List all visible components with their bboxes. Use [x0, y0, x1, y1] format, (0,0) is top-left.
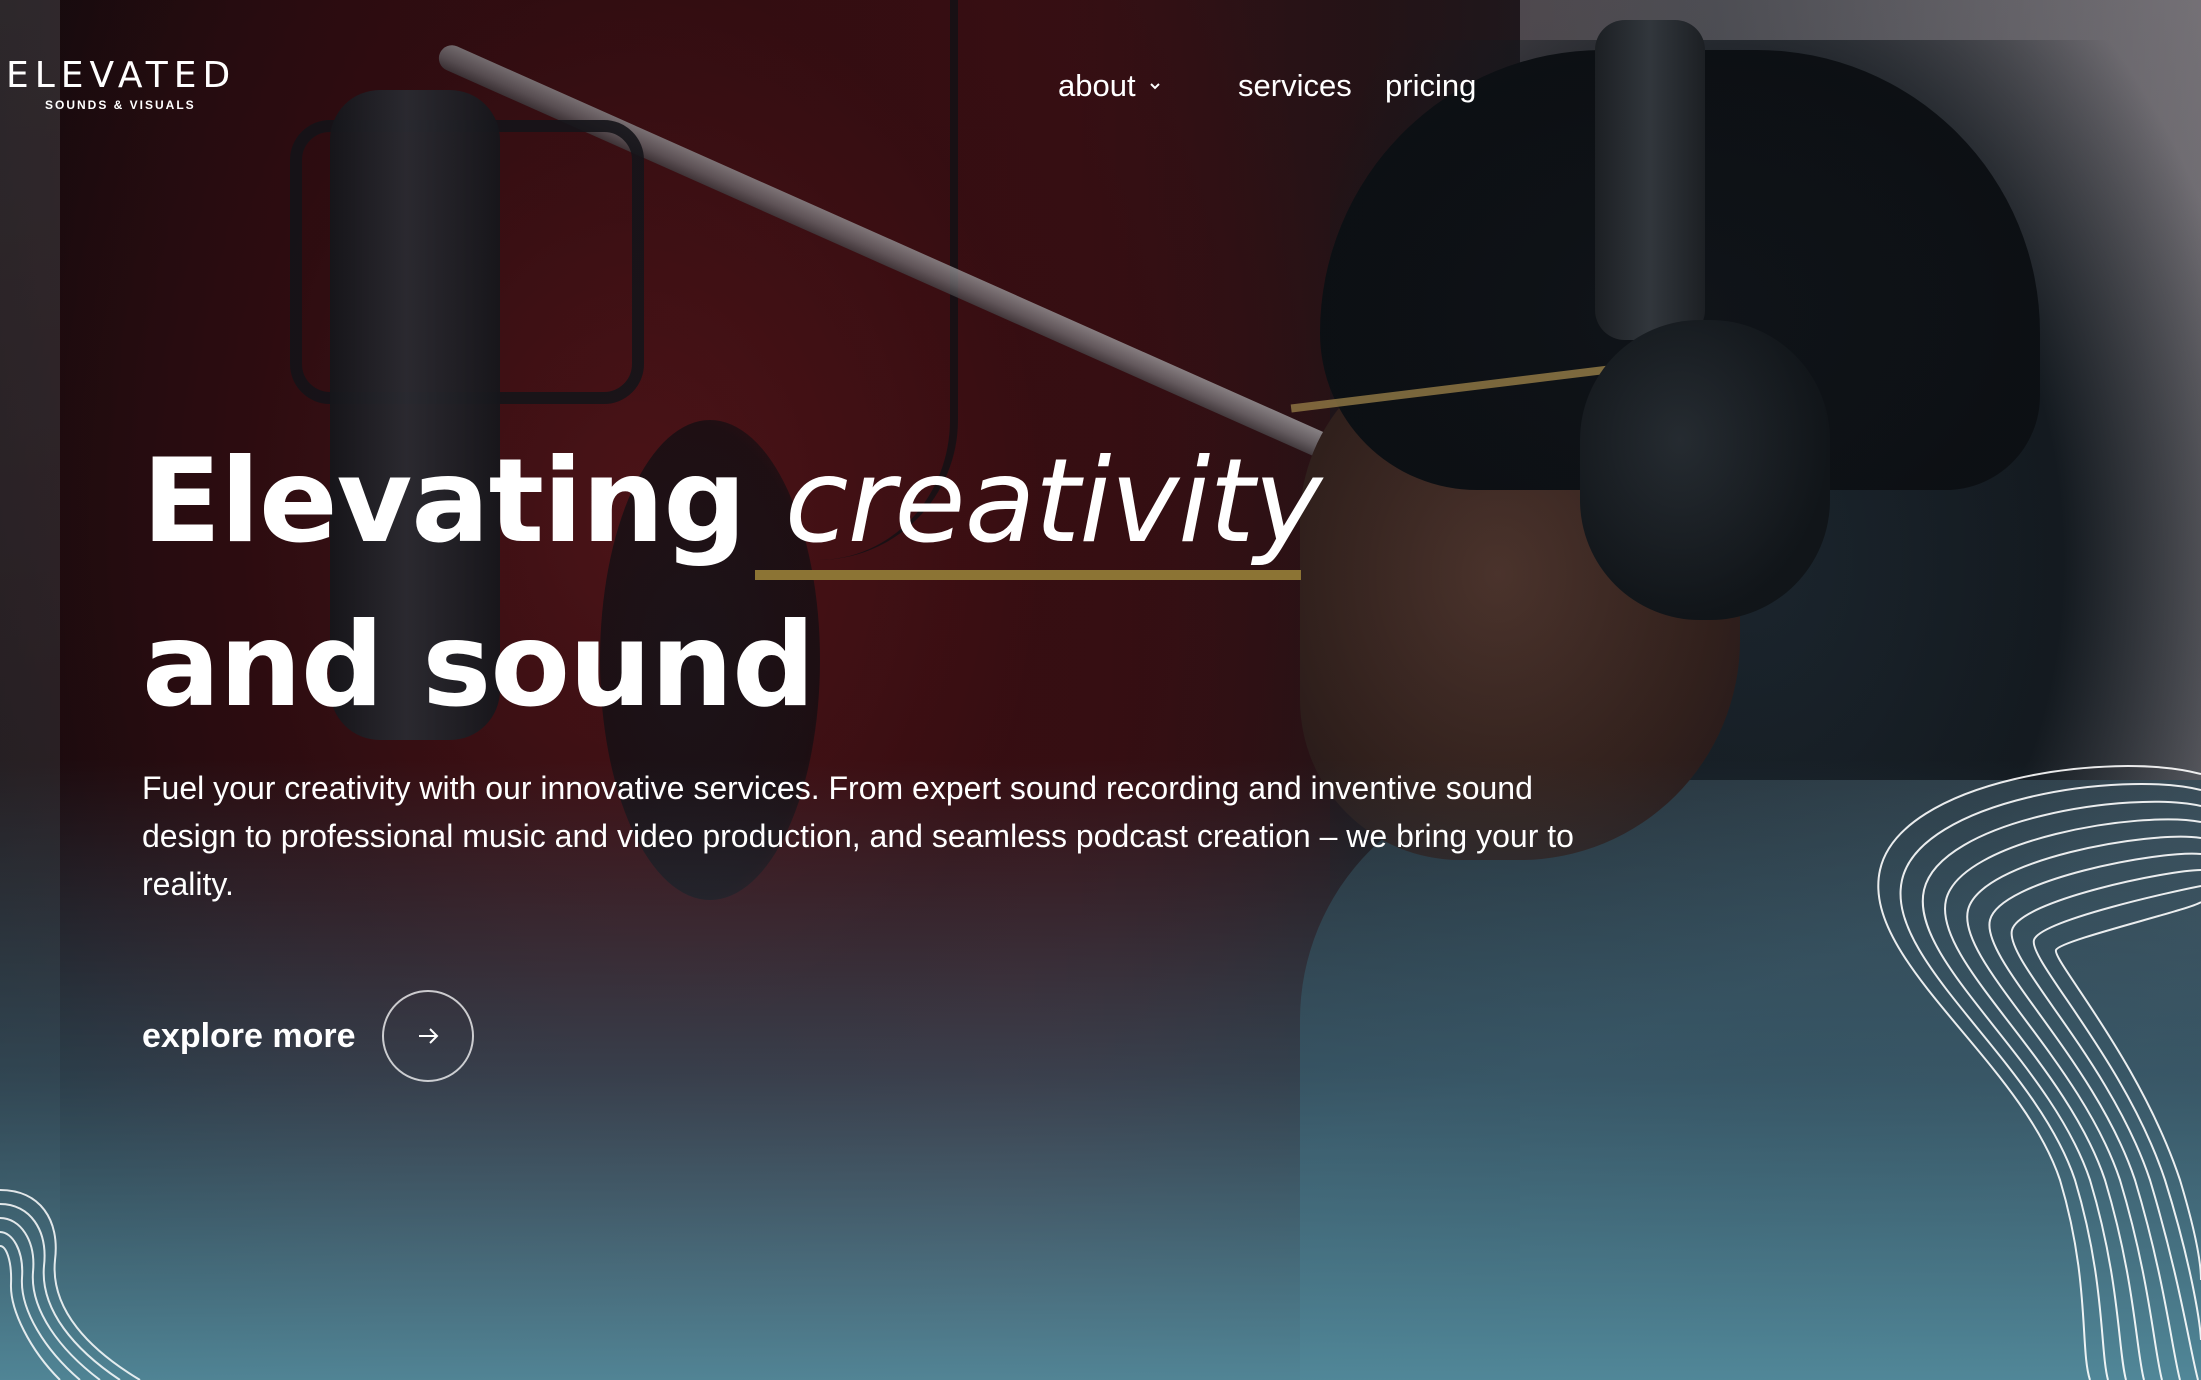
contour-lines-left-icon [0, 1189, 141, 1380]
nav-item-about[interactable]: about [1058, 68, 1244, 104]
arrow-right-icon [418, 1028, 438, 1044]
main-nav: about services pricing [1058, 68, 1476, 104]
explore-more-button[interactable]: explore more [142, 990, 474, 1082]
explore-more-circle[interactable] [381, 990, 474, 1082]
nav-item-pricing[interactable]: pricing [1385, 68, 1476, 104]
headline-line-two: and sound [142, 598, 815, 733]
headline-underline [755, 570, 1301, 580]
nav-item-pricing-label: pricing [1385, 68, 1477, 103]
hero-description: Fuel your creativity with our innovative… [142, 770, 1574, 902]
brand-name: ELEVATED [6, 55, 237, 96]
chevron-down-icon [1149, 83, 1160, 90]
contour-lines-icon [1877, 765, 2201, 1380]
hero-section: ELEVATED SOUNDS & VISUALS about services… [0, 0, 2201, 1380]
hero-headline: Elevating creativity and sound [142, 420, 1323, 748]
nav-item-about-label: about [1058, 68, 1136, 103]
brand-tagline: SOUNDS & VISUALS [45, 98, 196, 112]
headline-word-creativity: creativity [784, 434, 1323, 569]
brand-logo[interactable]: ELEVATED SOUNDS & VISUALS [6, 56, 236, 116]
headline-word-elevating: Elevating [142, 434, 746, 569]
nav-item-services-label: services [1238, 68, 1352, 103]
explore-more-label: explore more [142, 1016, 356, 1055]
